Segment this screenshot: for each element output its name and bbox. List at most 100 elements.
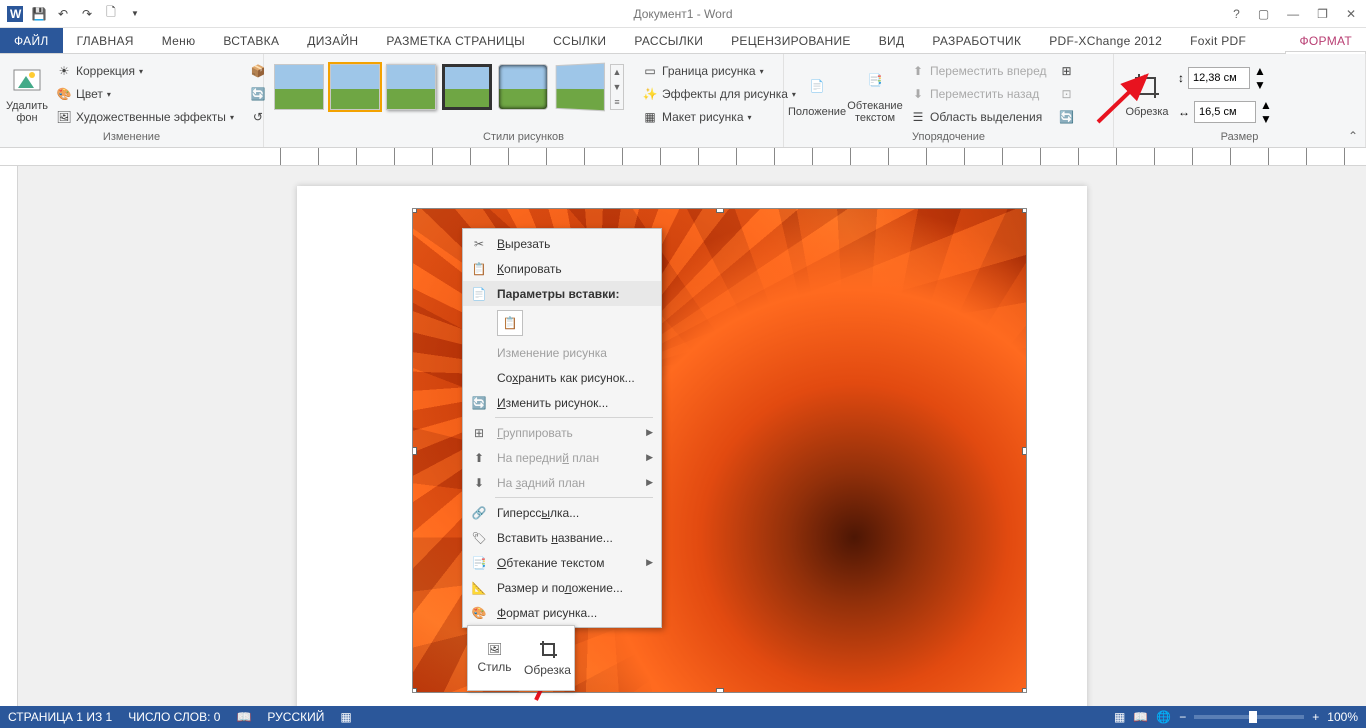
tab-mailings[interactable]: РАССЫЛКИ	[620, 28, 717, 53]
ctx-format-picture[interactable]: 🎨Формат рисунка...	[463, 600, 661, 625]
zoom-slider[interactable]	[1194, 715, 1304, 719]
gallery-more-icon[interactable]: ≡	[611, 94, 623, 109]
ribbon-tabs: ФАЙЛ ГЛАВНАЯ Меню ВСТАВКА ДИЗАЙН РАЗМЕТК…	[0, 28, 1366, 54]
ctx-insert-caption[interactable]: 🏷Вставить название...	[463, 525, 661, 550]
ctx-size-position[interactable]: 📐Размер и положение...	[463, 575, 661, 600]
zoom-out-icon[interactable]: −	[1179, 710, 1186, 724]
wrap-text-button[interactable]: 📑Обтекание текстом	[848, 60, 902, 128]
bring-forward-button[interactable]: ⬆Переместить вперед	[906, 60, 1050, 82]
tab-layout[interactable]: РАЗМЕТКА СТРАНИЦЫ	[372, 28, 539, 53]
style-thumb[interactable]	[498, 64, 548, 110]
height-input[interactable]	[1188, 67, 1250, 89]
undo-icon[interactable]: ↶	[52, 3, 74, 25]
style-thumb[interactable]	[556, 63, 605, 112]
quick-access-toolbar: W 💾 ↶ ↷ 🗋 ▼	[0, 3, 146, 25]
maximize-icon[interactable]: ❐	[1313, 5, 1332, 23]
artistic-effects-button[interactable]: 🖼Художественные эффекты ▾	[52, 106, 238, 128]
ctx-hyperlink[interactable]: 🔗Гиперссылка...	[463, 500, 661, 525]
width-input[interactable]	[1194, 101, 1256, 123]
view-print-icon[interactable]: ▦	[1114, 710, 1125, 724]
group-icon: ⊞	[471, 425, 487, 441]
save-icon[interactable]: 💾	[28, 3, 50, 25]
tab-home[interactable]: ГЛАВНАЯ	[63, 28, 148, 53]
resize-handle[interactable]	[1022, 447, 1027, 455]
help-icon[interactable]: ?	[1229, 5, 1244, 23]
resize-handle[interactable]	[1022, 688, 1027, 693]
collapse-ribbon-icon[interactable]: ⌃	[1348, 129, 1358, 143]
resize-handle[interactable]	[716, 208, 724, 213]
ctx-group: ⊞Группировать▶	[463, 420, 661, 445]
word-count[interactable]: ЧИСЛО СЛОВ: 0	[128, 710, 220, 724]
send-backward-button[interactable]: ⬇Переместить назад	[906, 83, 1050, 105]
close-icon[interactable]: ✕	[1342, 5, 1360, 23]
macro-icon[interactable]: ▦	[340, 710, 351, 724]
tab-insert[interactable]: ВСТАВКА	[209, 28, 293, 53]
tab-developer[interactable]: РАЗРАБОТЧИК	[918, 28, 1035, 53]
tab-design[interactable]: ДИЗАЙН	[293, 28, 372, 53]
position-button[interactable]: 📄Положение	[790, 60, 844, 128]
new-doc-icon[interactable]: 🗋	[100, 3, 122, 25]
proofing-icon[interactable]: 📖	[236, 710, 251, 724]
zoom-in-icon[interactable]: +	[1312, 710, 1319, 724]
language-indicator[interactable]: РУССКИЙ	[267, 710, 324, 724]
tab-pdfxchange[interactable]: PDF-XChange 2012	[1035, 28, 1176, 53]
effects-icon: ✨	[642, 86, 658, 102]
vertical-ruler	[0, 166, 18, 706]
resize-handle[interactable]	[716, 688, 724, 693]
tab-foxit[interactable]: Foxit PDF	[1176, 28, 1260, 53]
view-read-icon[interactable]: 📖	[1133, 710, 1148, 724]
width-down-icon[interactable]: ▼	[1260, 112, 1272, 126]
selection-icon: ☰	[910, 109, 926, 125]
resize-handle[interactable]	[412, 447, 417, 455]
crop-button[interactable]: Обрезка	[1120, 60, 1174, 128]
word-icon[interactable]: W	[4, 3, 26, 25]
mini-crop-button[interactable]: Обрезка	[521, 626, 574, 690]
crop-icon	[1131, 70, 1163, 102]
remove-bg-button[interactable]: Удалить фон	[6, 60, 48, 128]
zoom-level[interactable]: 100%	[1327, 710, 1358, 724]
view-web-icon[interactable]: 🌐	[1156, 710, 1171, 724]
paste-option-button[interactable]: 📋	[497, 310, 523, 336]
corrections-button[interactable]: ☀Коррекция ▾	[52, 60, 238, 82]
gallery-down-icon[interactable]: ▼	[611, 80, 623, 95]
tab-references[interactable]: ССЫЛКИ	[539, 28, 620, 53]
style-thumb[interactable]	[386, 64, 436, 110]
align-button[interactable]: ⊞	[1054, 60, 1078, 82]
ctx-change-picture[interactable]: 🔄Изменить рисунок...	[463, 390, 661, 415]
width-up-icon[interactable]: ▲	[1260, 98, 1272, 112]
resize-handle[interactable]	[1022, 208, 1027, 213]
forward-icon: ⬆	[910, 63, 926, 79]
picture-effects-button[interactable]: ✨Эффекты для рисунка ▾	[638, 83, 800, 105]
ctx-wrap-text[interactable]: 📑Обтекание текстом▶	[463, 550, 661, 575]
style-thumb[interactable]	[330, 64, 380, 110]
rotate-button[interactable]: 🔄	[1054, 106, 1078, 128]
height-down-icon[interactable]: ▼	[1254, 78, 1266, 92]
ctx-save-as-picture[interactable]: Сохранить как рисунок...	[463, 365, 661, 390]
qat-dropdown-icon[interactable]: ▼	[124, 3, 146, 25]
tab-view[interactable]: ВИД	[865, 28, 919, 53]
selection-pane-button[interactable]: ☰Область выделения	[906, 106, 1050, 128]
picture-layout-button[interactable]: ▦Макет рисунка ▾	[638, 106, 800, 128]
tab-review[interactable]: РЕЦЕНЗИРОВАНИЕ	[717, 28, 865, 53]
style-thumb[interactable]	[274, 64, 324, 110]
ctx-copy[interactable]: 📋Копировать	[463, 256, 661, 281]
tab-menu[interactable]: Меню	[148, 28, 210, 53]
document-area[interactable]	[18, 166, 1366, 706]
style-thumb[interactable]	[442, 64, 492, 110]
ribbon-display-icon[interactable]: ▢	[1254, 5, 1273, 23]
picture-border-button[interactable]: ▭Граница рисунка ▾	[638, 60, 800, 82]
group-button[interactable]: ⊡	[1054, 83, 1078, 105]
mini-style-button[interactable]: 🖼Стиль	[468, 626, 521, 690]
resize-handle[interactable]	[412, 688, 417, 693]
gallery-up-icon[interactable]: ▲	[611, 65, 623, 80]
ctx-cut[interactable]: ✂Вырезать	[463, 231, 661, 256]
page-indicator[interactable]: СТРАНИЦА 1 ИЗ 1	[8, 710, 112, 724]
redo-icon[interactable]: ↷	[76, 3, 98, 25]
resize-handle[interactable]	[412, 208, 417, 213]
height-up-icon[interactable]: ▲	[1254, 64, 1266, 78]
layout-icon: ▦	[642, 109, 658, 125]
tab-format[interactable]: ФОРМАТ	[1285, 28, 1366, 53]
minimize-icon[interactable]: —	[1283, 5, 1303, 23]
color-button[interactable]: 🎨Цвет ▾	[52, 83, 238, 105]
tab-file[interactable]: ФАЙЛ	[0, 28, 63, 53]
